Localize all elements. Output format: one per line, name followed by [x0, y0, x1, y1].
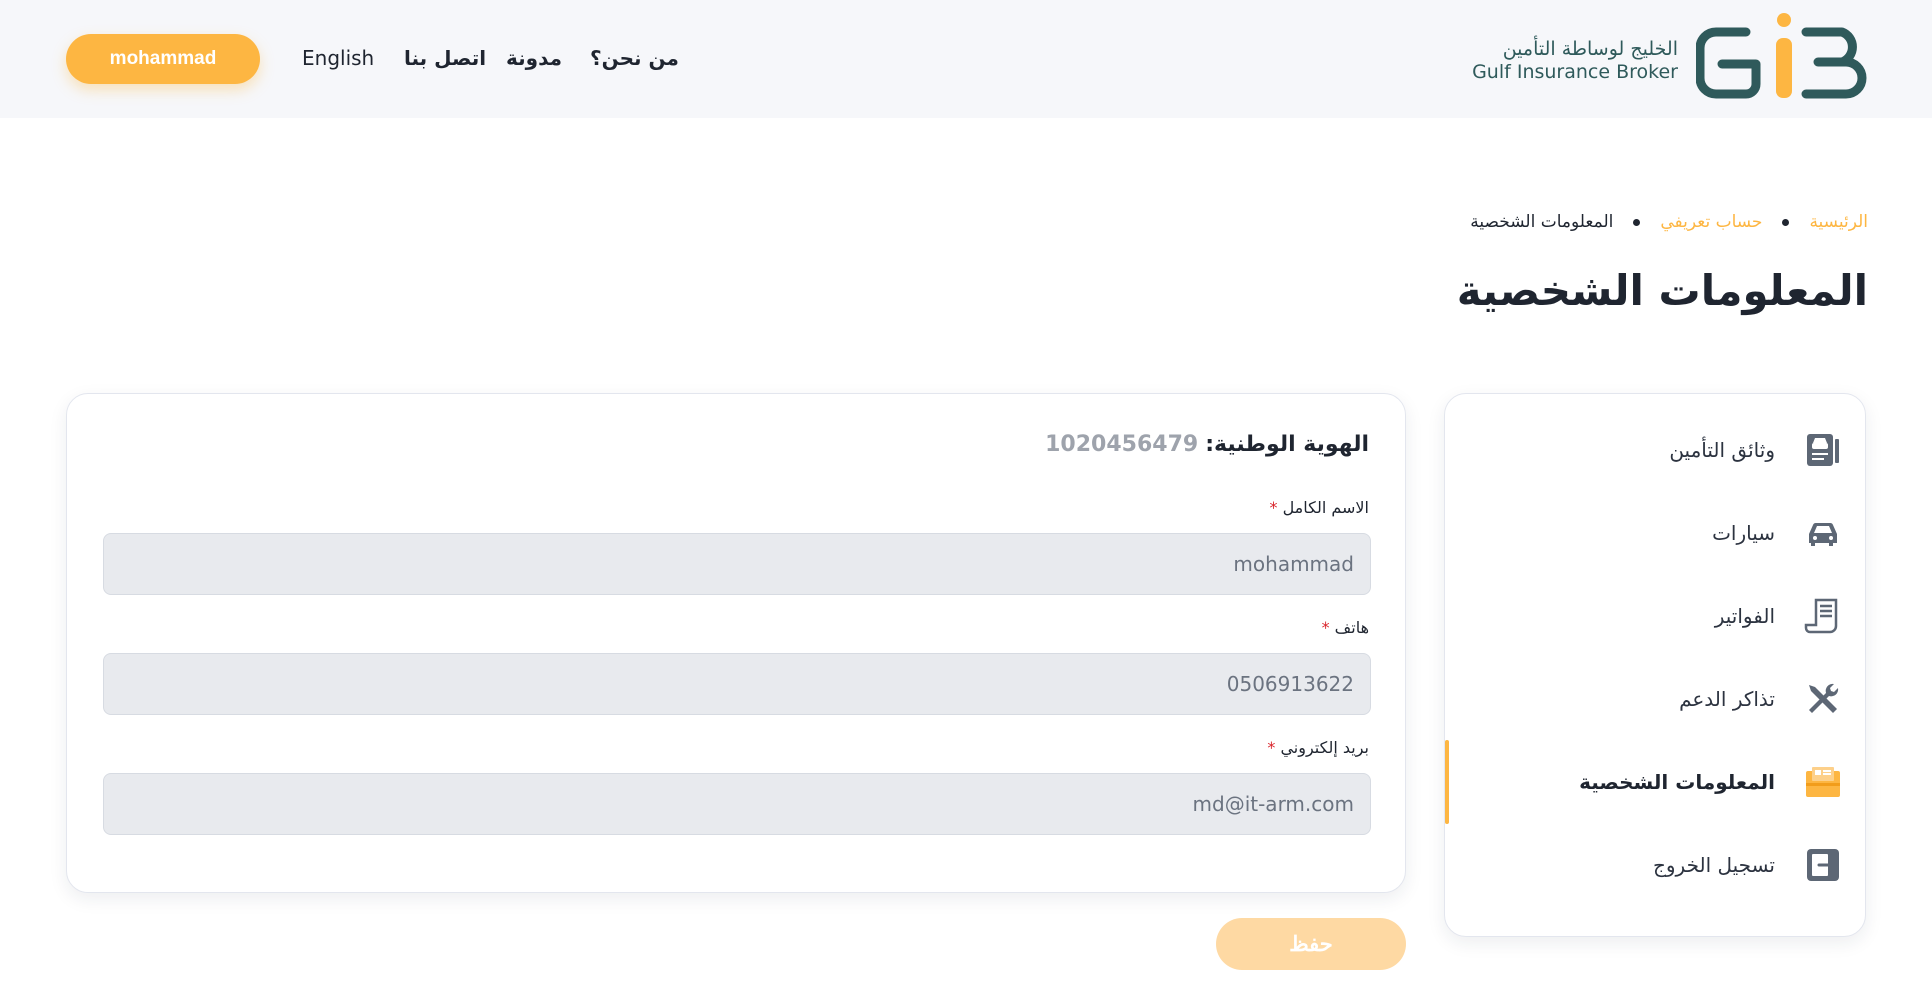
account-sidebar: وثائق التأمين سيارات الفواتير تذاكر الدع… [1444, 393, 1866, 937]
tools-icon [1803, 679, 1843, 719]
personal-info-card: الهوية الوطنية: 1020456479 الاسم الكامل … [66, 393, 1406, 893]
breadcrumb-account-link[interactable]: حساب تعريفي [1660, 212, 1762, 232]
breadcrumb-current: المعلومات الشخصية [1470, 212, 1614, 232]
logout-icon [1803, 845, 1843, 885]
email-label: بريد إلكتروني * [1267, 738, 1369, 757]
nav-about-link[interactable]: من نحن؟ [590, 46, 679, 70]
sidebar-item-logout[interactable]: تسجيل الخروج [1445, 830, 1865, 900]
national-id-value: 1020456479 [1045, 432, 1199, 457]
top-header: الخليج لوساطة التأمين Gulf Insurance Bro… [0, 0, 1932, 118]
brand-name-arabic: الخليج لوساطة التأمين [1502, 38, 1678, 60]
required-mark: * [1267, 738, 1276, 757]
sidebar-item-label: تذاكر الدعم [1679, 687, 1775, 711]
phone-label: هاتف * [1322, 618, 1369, 637]
sidebar-item-label: تسجيل الخروج [1652, 853, 1775, 877]
active-indicator [1445, 740, 1449, 824]
brand-name: الخليج لوساطة التأمين Gulf Insurance Bro… [1472, 37, 1678, 83]
invoice-icon [1803, 596, 1843, 636]
sidebar-item-label: وثائق التأمين [1669, 438, 1775, 462]
sidebar-item-label: سيارات [1712, 521, 1775, 545]
sidebar-item-support-tickets[interactable]: تذاكر الدعم [1445, 664, 1865, 734]
sidebar-item-label: الفواتير [1714, 604, 1775, 628]
phone-input[interactable] [103, 653, 1371, 715]
save-button[interactable]: حفظ [1216, 918, 1406, 970]
sidebar-item-cars[interactable]: سيارات [1445, 498, 1865, 568]
full-name-input[interactable] [103, 533, 1371, 595]
language-switch-link[interactable]: English [302, 46, 374, 70]
sidebar-item-policies[interactable]: وثائق التأمين [1445, 415, 1865, 485]
breadcrumb-separator-icon [1782, 218, 1790, 226]
user-menu-button[interactable]: mohammad [66, 34, 260, 84]
policy-document-icon [1803, 430, 1843, 470]
breadcrumb-home-link[interactable]: الرئيسية [1809, 212, 1868, 232]
full-name-label: الاسم الكامل * [1269, 498, 1369, 517]
breadcrumb: الرئيسية حساب تعريفي المعلومات الشخصية [1470, 212, 1868, 232]
brand-name-english: Gulf Insurance Broker [1472, 61, 1678, 83]
nav-contact-link[interactable]: اتصل بنا [404, 46, 486, 70]
page-title: المعلومات الشخصية [1456, 266, 1868, 315]
email-input[interactable] [103, 773, 1371, 835]
breadcrumb-separator-icon [1633, 218, 1641, 226]
sidebar-item-label: المعلومات الشخصية [1579, 770, 1775, 794]
profile-card-icon [1803, 762, 1843, 802]
full-name-label-text: الاسم الكامل [1282, 498, 1369, 517]
phone-label-text: هاتف [1334, 618, 1369, 637]
national-id-row: الهوية الوطنية: 1020456479 [1045, 432, 1369, 457]
car-icon [1803, 513, 1843, 553]
top-nav: mohammad English اتصل بنا مدونة من نحن؟ [66, 34, 686, 84]
gib-logo-icon [1696, 13, 1867, 99]
required-mark: * [1269, 498, 1278, 517]
required-mark: * [1321, 618, 1330, 637]
sidebar-item-personal-info[interactable]: المعلومات الشخصية [1445, 740, 1865, 824]
national-id-label: الهوية الوطنية: [1205, 432, 1369, 457]
brand-logo[interactable]: الخليج لوساطة التأمين Gulf Insurance Bro… [1472, 10, 1868, 110]
sidebar-item-invoices[interactable]: الفواتير [1445, 581, 1865, 651]
email-label-text: بريد إلكتروني [1280, 738, 1369, 757]
nav-blog-link[interactable]: مدونة [506, 46, 562, 70]
